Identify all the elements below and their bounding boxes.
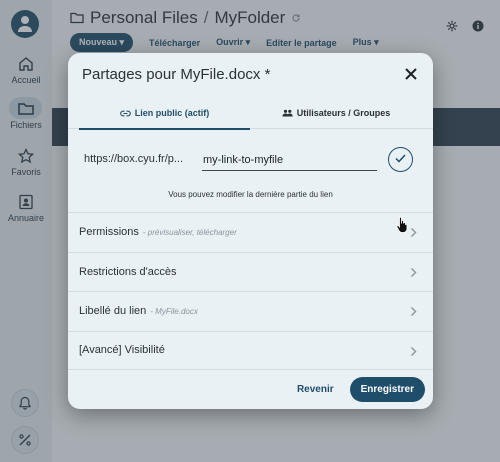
- save-button[interactable]: Enregistrer: [349, 377, 425, 402]
- chevron-right-icon: [411, 346, 417, 356]
- advanced-visibility-row[interactable]: [Avancé] Visibilité: [68, 330, 433, 370]
- users-icon: [282, 109, 293, 117]
- public-link-row: https://box.cyu.fr/p...: [82, 145, 419, 175]
- confirm-link-button[interactable]: [388, 147, 413, 172]
- link-prefix: https://box.cyu.fr/p...: [84, 153, 184, 165]
- link-suffix-input[interactable]: [202, 149, 377, 171]
- link-icon: [119, 110, 131, 116]
- chevron-right-icon: [411, 267, 417, 277]
- chevron-right-icon: [411, 228, 417, 237]
- permissions-row[interactable]: Permissions - prévisualiser, télécharger: [68, 212, 433, 252]
- tab-bar: Lien public (actif) Utilisateurs / Group…: [68, 97, 433, 130]
- tab-users-groups[interactable]: Utilisateurs / Groupes: [250, 97, 422, 129]
- tab-public-link[interactable]: Lien public (actif): [79, 97, 250, 130]
- dialog-title: Partages pour MyFile.docx *: [82, 66, 271, 83]
- check-icon: [395, 154, 406, 163]
- close-icon[interactable]: [404, 67, 418, 81]
- chevron-right-icon: [411, 307, 417, 316]
- link-label-row[interactable]: Libellé du lien - MyFile.docx: [68, 291, 433, 331]
- access-restrictions-row[interactable]: Restrictions d'accès: [68, 251, 433, 292]
- back-button[interactable]: Revenir: [291, 378, 340, 401]
- link-hint: Vous pouvez modifier la dernière partie …: [168, 190, 333, 199]
- share-dialog: Partages pour MyFile.docx * Lien public …: [68, 53, 433, 409]
- share-options-list: Permissions - prévisualiser, télécharger …: [68, 212, 433, 370]
- dialog-footer: Revenir Enregistrer: [291, 377, 425, 402]
